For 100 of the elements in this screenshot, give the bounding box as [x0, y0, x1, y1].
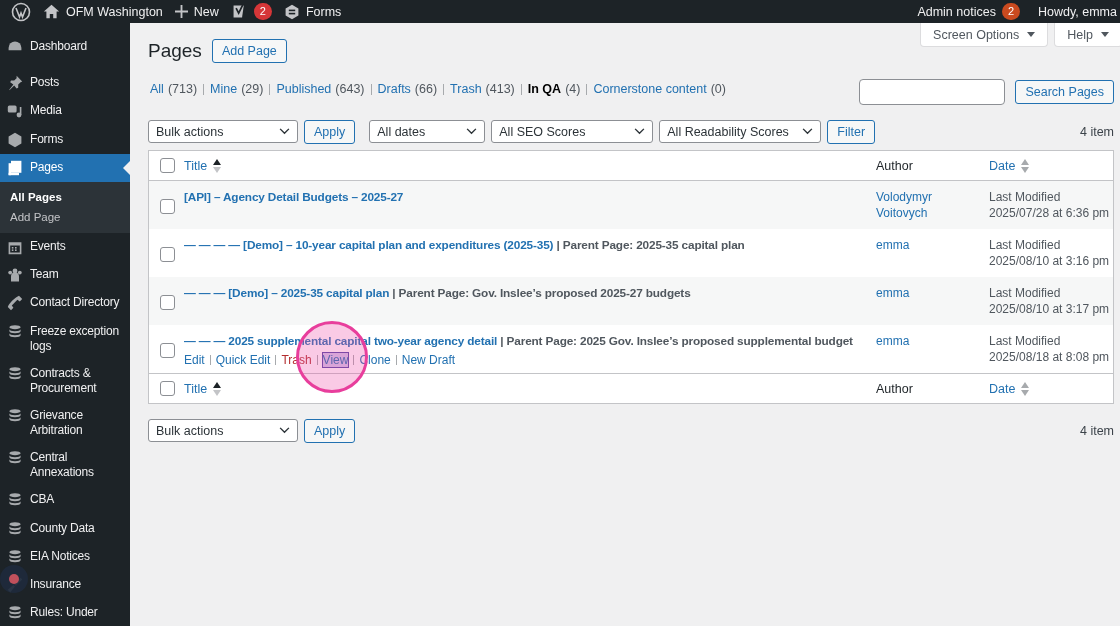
column-sort-link[interactable]: Title — [184, 158, 208, 173]
date-status: Last Modified — [989, 285, 1062, 301]
sidebar-item[interactable]: Posts — [0, 69, 130, 98]
filter-button[interactable]: Filter — [827, 119, 876, 144]
column-sort-link[interactable]: Date — [989, 381, 1016, 396]
column-header: Author — [876, 381, 913, 396]
search-button[interactable]: Search Pages — [1015, 80, 1114, 104]
forms-icon — [7, 131, 23, 148]
apply-button[interactable]: Apply — [304, 119, 356, 144]
database-icon — [7, 365, 23, 382]
chevron-down-icon — [279, 128, 290, 135]
page-title-link[interactable]: [API] – Agency Detail Budgets – 2025-27 — [184, 190, 404, 204]
view-count: (29) — [241, 82, 264, 96]
page-title: Pages — [148, 40, 202, 62]
select-all-checkbox[interactable] — [159, 381, 175, 396]
sidebar-item[interactable]: Team — [0, 261, 130, 290]
sidebar-item[interactable]: Pages — [0, 153, 130, 182]
date-value: 2025/08/10 at 3:17 pm — [989, 301, 1111, 317]
sidebar-item[interactable]: Freeze exception logs — [0, 317, 130, 360]
sidebar-item[interactable]: EIA Notices — [0, 542, 130, 571]
sidebar-item[interactable]: CBA — [0, 486, 130, 515]
caret-icon — [1027, 32, 1036, 37]
view-count: (0) — [710, 82, 726, 96]
dates-dropdown[interactable]: All dates — [369, 120, 486, 143]
new-link[interactable]: New — [193, 4, 219, 19]
view-filter-link[interactable]: Mine — [210, 82, 238, 96]
author-link[interactable]: Volodymyr Voitovych — [876, 189, 956, 221]
column-sort-link[interactable]: Date — [989, 158, 1016, 173]
sidebar-item[interactable]: Media — [0, 97, 130, 126]
database-icon — [7, 323, 23, 340]
view-filter-link[interactable]: Cornerstone content — [593, 82, 707, 96]
notification-badge: 2 — [253, 3, 272, 20]
database-icon — [7, 407, 23, 424]
date-value: 2025/07/28 at 6:36 pm — [989, 205, 1111, 221]
bulk-actions-dropdown[interactable]: Bulk actions — [148, 419, 298, 442]
row-action-link[interactable]: Quick Edit — [215, 353, 271, 367]
row-checkbox[interactable] — [159, 295, 175, 310]
apply-button[interactable]: Apply — [304, 418, 356, 443]
plus-icon[interactable] — [174, 5, 188, 18]
forms-icon[interactable] — [283, 3, 300, 20]
sidebar-item[interactable]: Grievance Arbitration — [0, 401, 130, 445]
database-icon — [7, 548, 23, 565]
parent-page-label: | Parent Page: Gov. Inslee’s proposed 2025-27 budgets — [391, 286, 691, 300]
forms-link[interactable]: Forms — [305, 4, 342, 19]
column-sort-link[interactable]: Title — [184, 381, 208, 396]
view-filter-link[interactable]: Trash — [450, 82, 482, 96]
submenu-item[interactable]: Add Page — [0, 206, 130, 227]
screen-tab[interactable]: Help — [1054, 23, 1120, 47]
screen-tab[interactable]: Screen Options — [920, 23, 1049, 47]
home-icon[interactable] — [43, 3, 60, 20]
pages-icon — [7, 159, 23, 176]
date-status: Last Modified — [989, 189, 1062, 205]
row-checkbox[interactable] — [159, 199, 175, 214]
submenu-item[interactable]: All Pages — [0, 186, 130, 207]
site-name-link[interactable]: OFM Washington — [66, 4, 163, 19]
author-link[interactable]: emma — [876, 333, 956, 349]
view-filter-link[interactable]: All — [150, 82, 164, 96]
column-header: Author — [876, 158, 913, 173]
sidebar-item[interactable]: Events — [0, 232, 130, 262]
view-count: (413) — [485, 82, 515, 96]
row-checkbox[interactable] — [159, 247, 175, 262]
account-link[interactable]: Howdy, emma — [1038, 4, 1117, 19]
author-link[interactable]: emma — [876, 285, 956, 301]
sidebar-item[interactable]: Central Annexations — [0, 444, 130, 487]
date-status: Last Modified — [989, 237, 1062, 253]
readability-dropdown[interactable]: All Readability Scores — [659, 120, 822, 143]
row-action-link[interactable]: New Draft — [401, 353, 456, 367]
view-count: (4) — [565, 82, 581, 96]
seo-scores-dropdown[interactable]: All SEO Scores — [491, 120, 654, 143]
sidebar-item[interactable]: Dashboard — [0, 33, 130, 62]
pin-icon — [7, 75, 23, 92]
sidebar-item[interactable]: Contracts & Procurement — [0, 359, 130, 402]
select-all-checkbox[interactable] — [159, 158, 175, 173]
view-filter-link[interactable]: In QA — [527, 82, 562, 96]
add-page-button[interactable]: Add Page — [211, 39, 287, 63]
sidebar-item[interactable]: Contact Directory — [0, 289, 130, 318]
search-field[interactable] — [859, 79, 1006, 105]
date-value: 2025/08/10 at 3:16 pm — [989, 253, 1111, 269]
author-link[interactable]: emma — [876, 237, 956, 253]
view-filter-link[interactable]: Drafts — [377, 82, 411, 96]
view-filter-link[interactable]: Published — [276, 82, 332, 96]
chevron-down-icon — [802, 128, 814, 135]
bulk-actions-dropdown[interactable]: Bulk actions — [148, 120, 298, 143]
sidebar-item[interactable]: Forms — [0, 125, 130, 154]
row-checkbox[interactable] — [159, 343, 175, 358]
chevron-down-icon — [279, 427, 290, 434]
sidebar-item[interactable]: County Data — [0, 514, 130, 543]
caret-icon — [1101, 32, 1109, 37]
notification-badge: 2 — [1001, 3, 1021, 20]
admin-notices-link[interactable]: Admin notices — [917, 4, 996, 19]
page-title-link[interactable]: — — — [Demo] – 2025-35 capital plan — [184, 286, 390, 300]
sidebar-item[interactable]: Rules: Under — [0, 599, 130, 626]
row-action-link[interactable]: Edit — [184, 353, 205, 367]
phone-icon — [7, 295, 23, 312]
items-count: 4 item — [1079, 423, 1114, 438]
recording-popup[interactable] — [0, 565, 28, 593]
page-title-link[interactable]: — — — — [Demo] – 10-year capital plan and expenditures (2025-35) — [184, 238, 554, 252]
media-icon — [7, 103, 23, 120]
wordpress-logo-icon[interactable] — [11, 1, 31, 22]
chevron-down-icon — [466, 128, 478, 135]
